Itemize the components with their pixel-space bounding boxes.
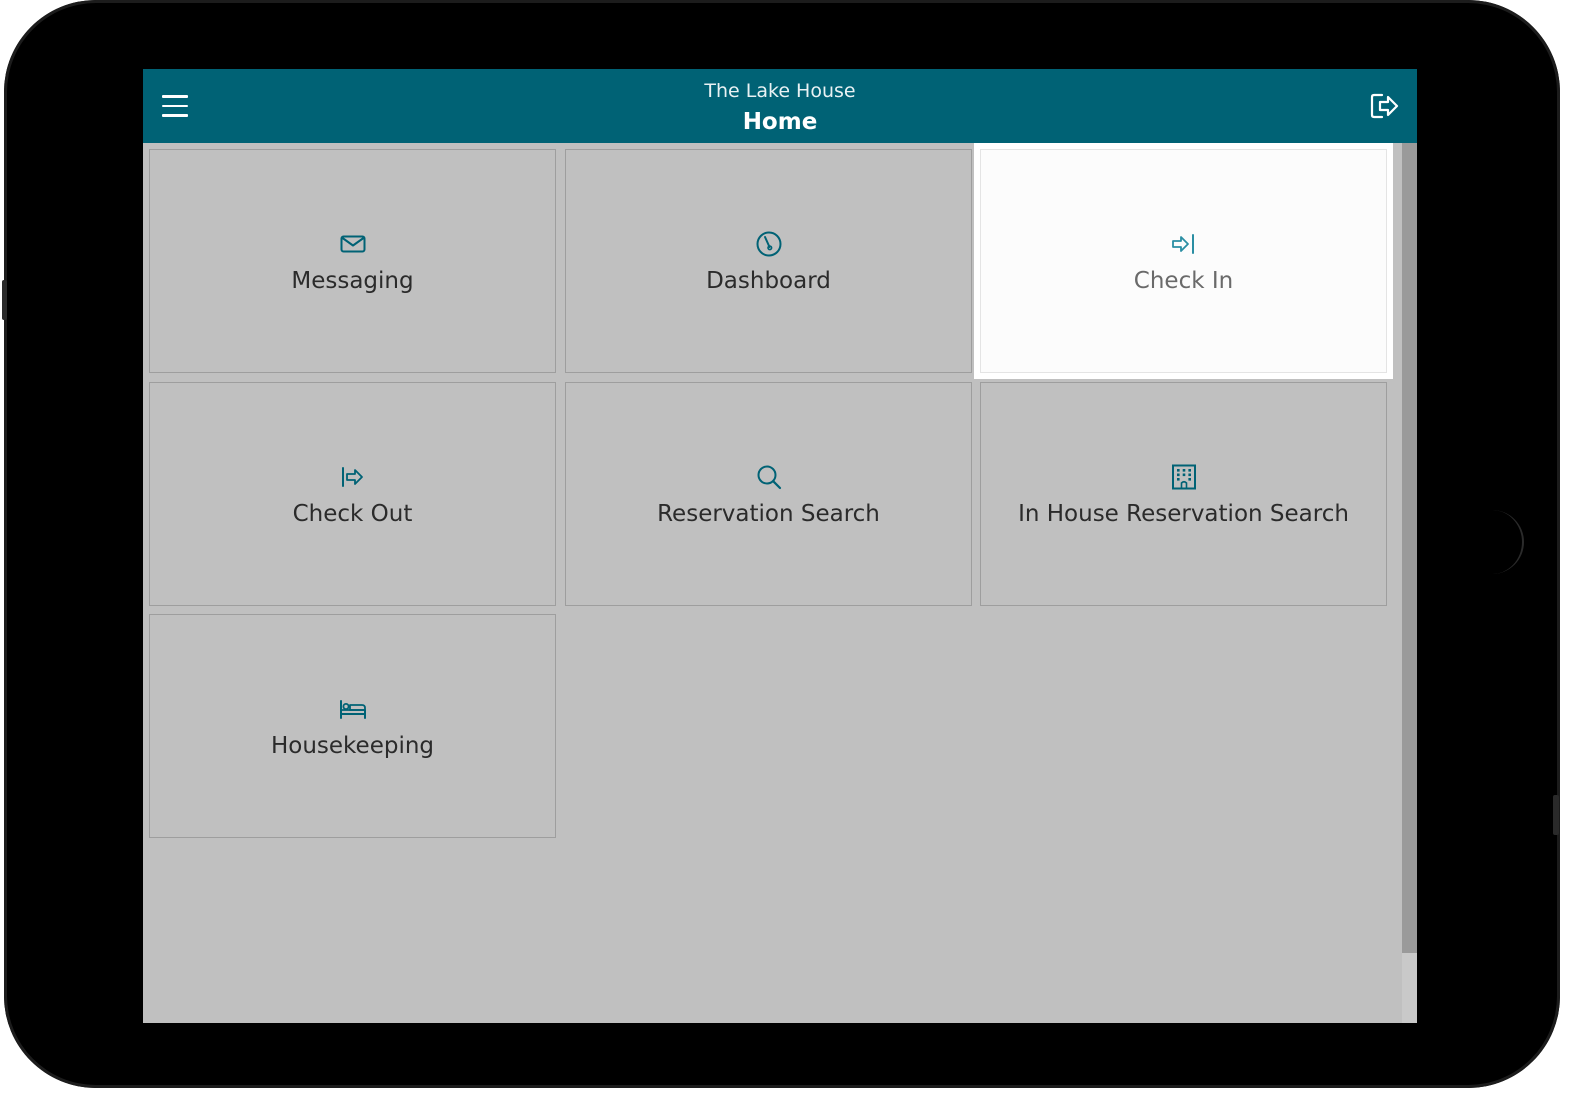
- check-out-icon: [341, 467, 363, 487]
- header-titles: The Lake House Home: [143, 69, 1417, 143]
- hotel-building-icon: [1171, 464, 1196, 490]
- tile-label: Dashboard: [706, 268, 831, 294]
- bed-icon: [339, 700, 366, 719]
- device-side-button-right: [1553, 795, 1559, 835]
- tile-label: Housekeeping: [270, 733, 435, 759]
- device-side-button-left: [2, 280, 7, 320]
- tile-housekeeping[interactable]: Housekeeping: [149, 614, 556, 838]
- logout-button[interactable]: [1369, 91, 1401, 121]
- hamburger-menu-icon: [162, 95, 188, 98]
- property-name: The Lake House: [704, 80, 856, 102]
- app-screen: The Lake House Home Messaging Dashboard: [143, 69, 1417, 1023]
- scrollbar-thumb[interactable]: [1402, 143, 1417, 953]
- tile-label: Reservation Search: [657, 501, 880, 527]
- tile-in-house-reservation-search[interactable]: In House Reservation Search: [980, 382, 1387, 606]
- tile-label: In House Reservation Search: [1018, 501, 1349, 527]
- tile-label: Check In: [1133, 268, 1234, 294]
- tile-label: Messaging: [291, 268, 414, 294]
- page-title: Home: [742, 109, 818, 135]
- gauge-icon: [756, 231, 781, 257]
- logout-icon: [1370, 93, 1399, 119]
- header-bar: The Lake House Home: [143, 69, 1417, 143]
- check-in-icon: [1171, 234, 1194, 254]
- tile-dashboard[interactable]: Dashboard: [565, 149, 972, 373]
- envelope-icon: [340, 235, 365, 253]
- tile-messaging[interactable]: Messaging: [149, 149, 556, 373]
- tile-label: Check Out: [292, 501, 413, 527]
- tile-check-out[interactable]: Check Out: [149, 382, 556, 606]
- search-icon: [757, 465, 781, 490]
- tile-check-in[interactable]: Check In: [980, 149, 1387, 373]
- hamburger-menu-button[interactable]: [162, 95, 188, 117]
- tile-reservation-search[interactable]: Reservation Search: [565, 382, 972, 606]
